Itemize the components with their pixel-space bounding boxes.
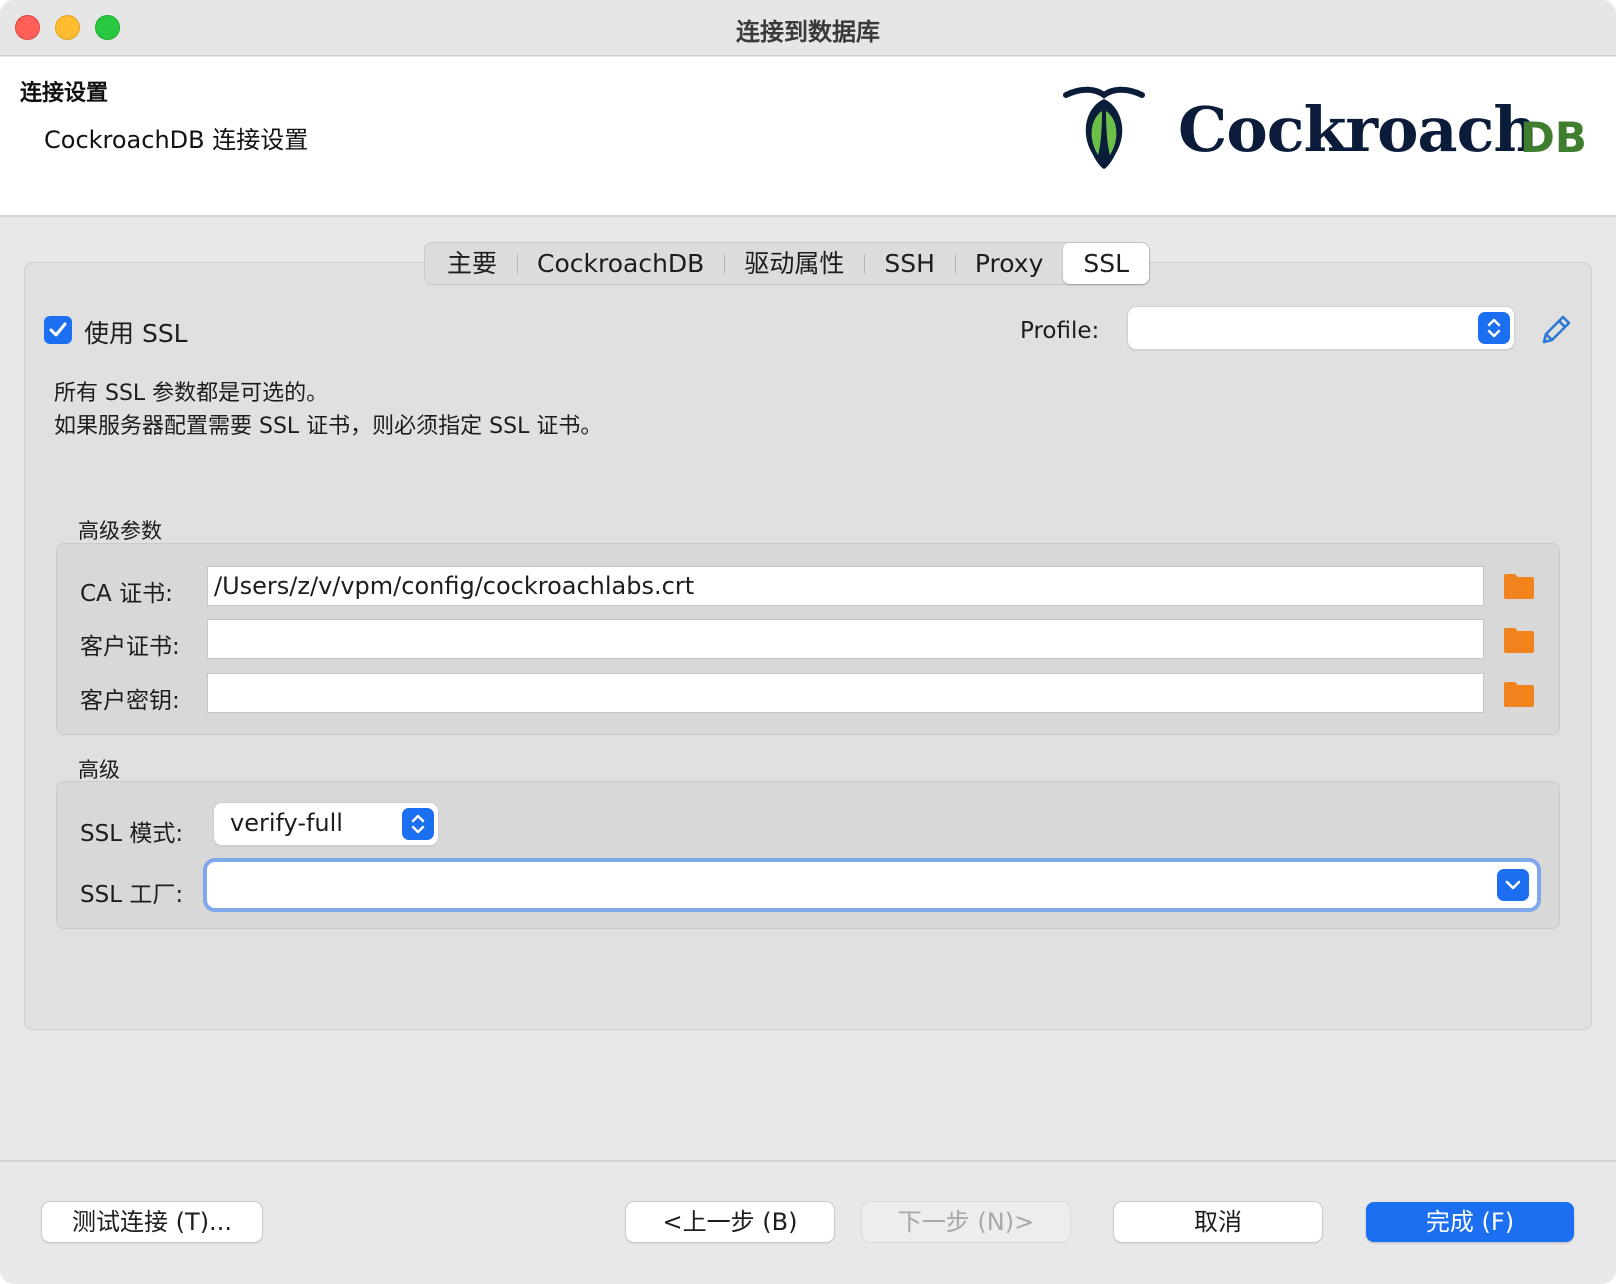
tab-driver-properties[interactable]: 驱动属性 bbox=[724, 243, 864, 284]
ssl-mode-select[interactable]: verify-full bbox=[214, 803, 438, 845]
client-key-input[interactable] bbox=[207, 673, 1484, 713]
tab-cockroachdb[interactable]: CockroachDB bbox=[517, 243, 724, 284]
ssl-factory-label: SSL 工厂: bbox=[80, 882, 184, 908]
footer-divider bbox=[0, 1160, 1616, 1162]
client-cert-folder-icon[interactable] bbox=[1503, 626, 1535, 654]
client-cert-label: 客户证书: bbox=[80, 634, 180, 660]
window-title: 连接到数据库 bbox=[736, 18, 880, 46]
logo-db-suffix: DB bbox=[1520, 113, 1587, 162]
cockroach-logo-icon bbox=[1063, 86, 1145, 169]
chevron-up-down-icon[interactable] bbox=[402, 808, 434, 840]
tab-bar: 主要 CockroachDB 驱动属性 SSH Proxy SSL bbox=[424, 242, 1151, 285]
test-connection-button[interactable]: 测试连接 (T)... bbox=[42, 1202, 262, 1242]
use-ssl-checkbox[interactable] bbox=[44, 316, 72, 344]
tab-main[interactable]: 主要 bbox=[427, 243, 517, 284]
title-bar: 连接到数据库 bbox=[0, 0, 1616, 56]
ssl-factory-combobox[interactable] bbox=[207, 862, 1537, 908]
dialog-window: 连接到数据库 连接设置 CockroachDB 连接设置 Cockroach D… bbox=[0, 0, 1616, 1284]
info-line-2: 如果服务器配置需要 SSL 证书，则必须指定 SSL 证书。 bbox=[54, 414, 603, 439]
cancel-button[interactable]: 取消 bbox=[1114, 1202, 1322, 1242]
finish-button[interactable]: 完成 (F) bbox=[1366, 1202, 1574, 1242]
ca-cert-label: CA 证书: bbox=[80, 581, 173, 607]
tab-ssl[interactable]: SSL bbox=[1063, 243, 1150, 284]
profile-label: Profile: bbox=[1020, 318, 1100, 344]
back-button[interactable]: <上一步 (B) bbox=[626, 1202, 834, 1242]
wizard-header: 连接设置 CockroachDB 连接设置 Cockroach DB bbox=[0, 57, 1616, 217]
use-ssl-label[interactable]: 使用 SSL bbox=[84, 314, 188, 350]
ssl-mode-value: verify-full bbox=[230, 809, 343, 837]
tab-proxy[interactable]: Proxy bbox=[954, 243, 1063, 284]
ssl-info-text: 所有 SSL 参数都是可选的。 如果服务器配置需要 SSL 证书，则必须指定 S… bbox=[54, 377, 602, 443]
next-button[interactable]: 下一步 (N)> bbox=[862, 1202, 1070, 1242]
tab-ssh[interactable]: SSH bbox=[864, 243, 955, 284]
client-key-folder-icon[interactable] bbox=[1503, 680, 1535, 708]
advanced-label: 高级 bbox=[78, 758, 120, 782]
chevron-down-icon[interactable] bbox=[1497, 869, 1529, 901]
edit-profile-pencil-icon[interactable] bbox=[1538, 312, 1574, 348]
client-cert-input[interactable] bbox=[207, 619, 1484, 659]
info-line-1: 所有 SSL 参数都是可选的。 bbox=[54, 381, 329, 406]
advanced-params-label: 高级参数 bbox=[78, 519, 162, 543]
cockroachdb-logo: Cockroach DB bbox=[1063, 85, 1590, 175]
chevron-up-down-icon[interactable] bbox=[1478, 312, 1510, 344]
profile-select[interactable] bbox=[1128, 307, 1514, 349]
page-title: 连接设置 bbox=[20, 81, 109, 106]
logo-wordmark: Cockroach bbox=[1178, 93, 1538, 166]
ca-cert-folder-icon[interactable] bbox=[1503, 572, 1535, 600]
client-key-label: 客户密钥: bbox=[80, 688, 180, 714]
page-subtitle: CockroachDB 连接设置 bbox=[44, 126, 309, 154]
ssl-mode-label: SSL 模式: bbox=[80, 821, 184, 847]
ca-cert-input[interactable]: /Users/z/v/vpm/config/cockroachlabs.crt bbox=[207, 566, 1484, 606]
checkmark-icon bbox=[49, 322, 67, 337]
